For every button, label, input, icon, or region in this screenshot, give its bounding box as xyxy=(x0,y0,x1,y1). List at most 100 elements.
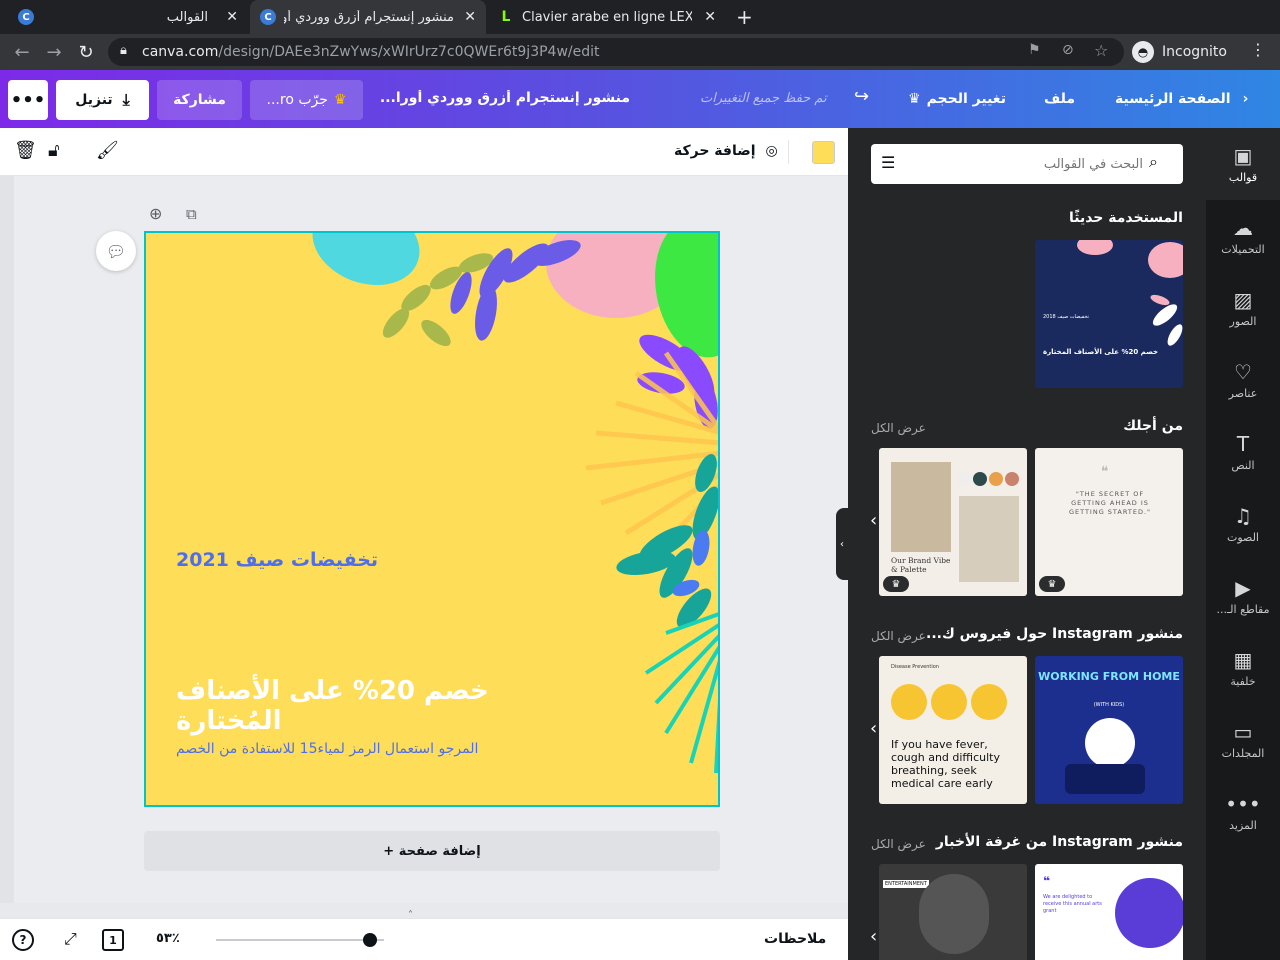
recent-thumb-main-text: خصم 20% على الأصناف المختارة xyxy=(1043,348,1159,356)
fullscreen-icon[interactable]: ⤢ xyxy=(64,929,77,949)
sidebar-item-label: عناصر xyxy=(1228,386,1258,400)
template-thumb-fever[interactable]: Disease Prevention If you have fever, co… xyxy=(879,656,1027,804)
translate-icon[interactable]: ⚑ xyxy=(1028,42,1041,58)
elements-icon: ♡ xyxy=(1234,359,1252,384)
background-color-swatch[interactable] xyxy=(812,141,835,164)
browser-tab-lexilogos[interactable]: L Clavier arabe en ligne LEXI ✕ xyxy=(488,0,728,34)
add-page-button[interactable]: + إضافة صفحة xyxy=(144,831,720,871)
zoom-slider-track[interactable] xyxy=(216,939,384,941)
quote-icon: ❝ xyxy=(1101,464,1109,480)
template-thumb-grant[interactable]: ❝ We are delighted to receive this annua… xyxy=(1035,864,1183,960)
try-pro-label: جرّب ro... xyxy=(266,92,328,108)
close-icon[interactable]: ✕ xyxy=(704,9,716,25)
sidebar-item-label: المزيد xyxy=(1229,818,1257,832)
trash-icon[interactable]: 🗑︎ xyxy=(14,140,37,161)
close-icon[interactable]: ✕ xyxy=(464,9,476,25)
browser-tab-templates[interactable]: C القوالب ✕ xyxy=(8,0,248,34)
incognito-profile[interactable]: ◓ Incognito xyxy=(1132,40,1227,64)
sidebar-item-upload[interactable]: ☁ التحميلات xyxy=(1206,200,1280,272)
chevron-left-icon[interactable]: ‹ xyxy=(870,926,877,947)
browser-menu-icon[interactable]: ⋮ xyxy=(1250,40,1266,59)
sidebar-item-audio[interactable]: ♫ الصوت xyxy=(1206,488,1280,560)
paint-format-icon[interactable]: 🖌︎ xyxy=(96,140,119,161)
sidebar-item-label: مقاطع الـ... xyxy=(1216,602,1270,616)
design-headline[interactable]: خصم 20% على الأصناف المُختارة xyxy=(176,676,596,736)
browser-tab-design[interactable]: C منشور إنستجرام أزرق ووردي أو ✕ xyxy=(250,0,486,34)
chevron-left-icon[interactable]: ‹ xyxy=(870,510,877,531)
sidebar-item-more[interactable]: ••• المزيد xyxy=(1206,776,1280,848)
design-body-text[interactable]: المرجو استعمال الرمز لمياء15 للاستفادة م… xyxy=(176,741,556,757)
collapse-panel-handle[interactable]: ‹ xyxy=(836,508,848,580)
unlock-icon[interactable]: 🔓︎ xyxy=(48,140,60,161)
sidebar-item-photo[interactable]: ▨ الصور xyxy=(1206,272,1280,344)
duplicate-page-icon[interactable]: ⧉ xyxy=(186,205,197,223)
file-menu-button[interactable]: ملف xyxy=(1044,91,1075,107)
sidebar-item-elements[interactable]: ♡ عناصر xyxy=(1206,344,1280,416)
template-search[interactable]: ☰ ⌕ xyxy=(871,144,1183,184)
see-all-link[interactable]: عرض الكل xyxy=(871,837,926,851)
notes-button[interactable]: ملاحظات xyxy=(764,931,826,947)
template-thumb-quote[interactable]: ❝ "THE SECRET OF GETTING AHEAD IS GETTIN… xyxy=(1035,448,1183,596)
see-all-link[interactable]: عرض الكل xyxy=(871,421,926,435)
add-comment-page-icon[interactable]: ⊕ xyxy=(149,204,162,223)
horizontal-scrollbar[interactable] xyxy=(0,903,848,918)
design-page[interactable]: تخفيضات صيف 2021 خصم 20% على الأصناف الم… xyxy=(144,231,720,807)
template-search-input[interactable] xyxy=(911,152,1143,176)
canva-favicon-icon: C xyxy=(260,9,276,25)
sidebar-item-label: الصوت xyxy=(1227,530,1259,544)
sidebar-item-video[interactable]: ▶ مقاطع الـ... xyxy=(1206,560,1280,632)
animate-button[interactable]: إضافة حركة ◎ xyxy=(674,143,778,159)
browser-tab-bar: C القوالب ✕ C منشور إنستجرام أزرق ووردي … xyxy=(0,0,1280,34)
sidebar-item-background[interactable]: ▦ خلفية xyxy=(1206,632,1280,704)
chevron-left-icon[interactable]: ‹ xyxy=(870,718,877,739)
thumb-text: ENTERTAINMENT xyxy=(883,880,929,888)
browser-address-bar: ← → ↻ 🔒︎ canva.com/design/DAEe3nZwYws/xW… xyxy=(0,34,1280,70)
download-button[interactable]: تنزيل ⤓ xyxy=(56,80,149,120)
close-icon[interactable]: ✕ xyxy=(226,9,238,25)
template-thumb-wfh[interactable]: WORKING FROM HOME (WITH KIDS) xyxy=(1035,656,1183,804)
photo-icon: ▨ xyxy=(1233,287,1253,312)
template-thumb-entertainment[interactable]: ENTERTAINMENT xyxy=(879,864,1027,960)
page-count-button[interactable]: 1 xyxy=(102,929,124,951)
zoom-value[interactable]: ٥٣٪ xyxy=(156,931,180,946)
crown-icon: ♛ xyxy=(1039,576,1065,592)
redo-icon[interactable]: ↪ xyxy=(854,86,869,107)
document-title[interactable]: منشور إنستجرام أزرق ووردي أورا... xyxy=(380,90,630,106)
more-icon: ••• xyxy=(1225,791,1261,816)
see-all-link[interactable]: عرض الكل xyxy=(871,629,926,643)
share-button[interactable]: مشاركة xyxy=(157,80,242,120)
template-thumb-brand[interactable]: Our Brand Vibe & Palette ♛ xyxy=(879,448,1027,596)
filter-icon[interactable]: ☰ xyxy=(881,153,895,172)
star-icon[interactable]: ☆ xyxy=(1094,41,1108,60)
thumb-text: WORKING FROM HOME xyxy=(1038,670,1180,683)
more-options-button[interactable]: ••• xyxy=(8,80,48,120)
sidebar-item-folder[interactable]: ▭ المجلدات xyxy=(1206,704,1280,776)
design-subtitle[interactable]: تخفيضات صيف 2021 xyxy=(176,549,476,571)
download-icon: ⤓ xyxy=(122,90,130,109)
canva-favicon-icon: C xyxy=(18,9,34,25)
eye-off-icon[interactable]: ⊘ xyxy=(1062,42,1074,58)
new-tab-button[interactable]: + xyxy=(736,5,753,29)
resize-button[interactable]: ♛ تغيير الحجم xyxy=(908,91,1006,107)
sidebar-item-text[interactable]: T النص xyxy=(1206,416,1280,488)
element-toolbar: 🗑︎ 🔓︎ 🖌︎ إضافة حركة ◎ xyxy=(0,128,848,176)
vertical-scrollbar[interactable] xyxy=(0,176,14,918)
sidebar-item-label: النص xyxy=(1231,458,1255,472)
recent-template-thumb[interactable]: تخفيضات صيف 2018 خصم 20% على الأصناف الم… xyxy=(1035,240,1183,388)
chevron-right-icon: › xyxy=(1242,91,1249,107)
add-comment-button[interactable]: 💬︎ xyxy=(96,231,136,271)
url-field[interactable]: 🔒︎ canva.com/design/DAEe3nZwYws/xWIrUrz7… xyxy=(108,38,1124,66)
zoom-slider-handle[interactable] xyxy=(363,933,377,947)
thumb-laptop xyxy=(1065,764,1145,794)
back-arrow-icon[interactable]: ← xyxy=(10,40,34,64)
sidebar-item-label: المجلدات xyxy=(1221,746,1265,760)
sidebar-item-template[interactable]: ▣ قوالب xyxy=(1206,128,1280,200)
text-icon: T xyxy=(1236,431,1250,456)
help-button[interactable]: ? xyxy=(12,929,34,951)
try-pro-button[interactable]: جرّب ro... ♛ xyxy=(250,80,363,120)
reload-icon[interactable]: ↻ xyxy=(74,40,98,64)
video-icon: ▶ xyxy=(1235,575,1251,600)
forward-arrow-icon[interactable]: → xyxy=(42,40,66,64)
home-button[interactable]: الصفحة الرئيسية › xyxy=(1115,91,1248,107)
animate-icon: ◎ xyxy=(765,143,778,159)
